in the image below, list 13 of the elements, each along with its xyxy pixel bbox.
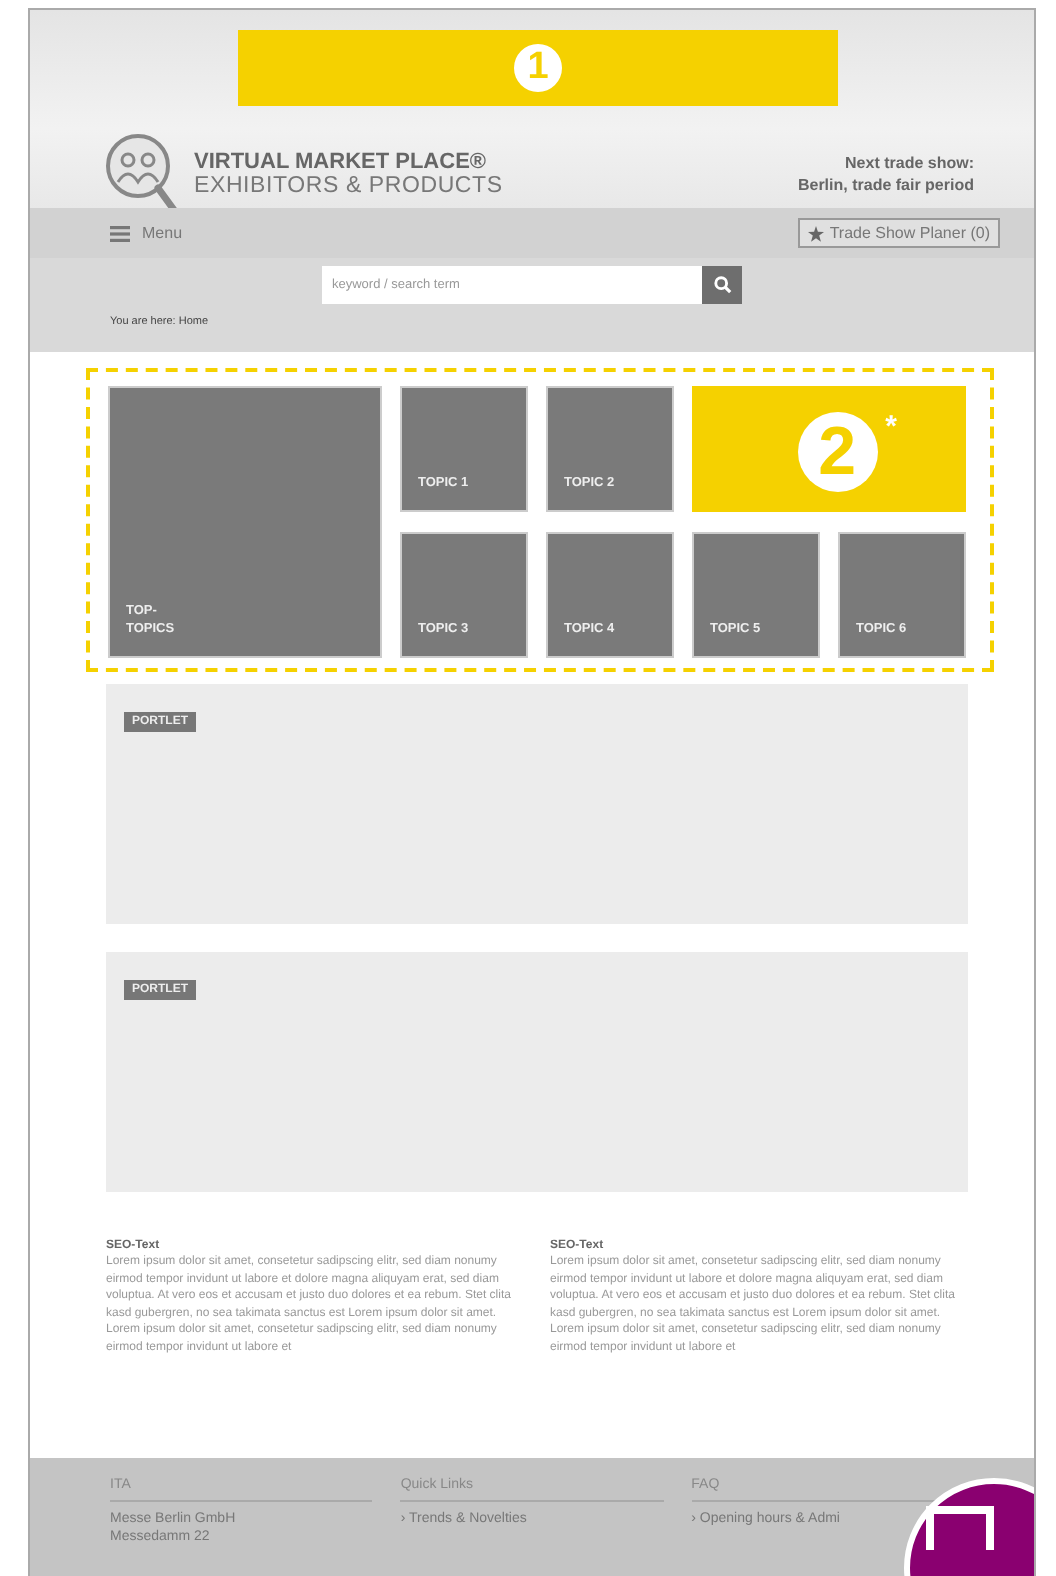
search-icon bbox=[713, 276, 731, 294]
next-show-label: Next trade show: bbox=[845, 152, 974, 174]
search-button[interactable] bbox=[702, 266, 742, 304]
number-badge: 1 bbox=[514, 44, 562, 92]
site-title: VIRTUAL MARKET PLACE® bbox=[194, 150, 489, 174]
site-subtitle: EXHIBITORS & PRODUCTS bbox=[194, 174, 503, 198]
menu-button[interactable]: Menu bbox=[110, 224, 183, 242]
asterisk: * bbox=[885, 412, 897, 442]
planner-button[interactable]: Trade Show Planer (0) bbox=[797, 218, 1000, 248]
star-icon bbox=[807, 225, 824, 241]
menu-icon bbox=[110, 225, 130, 241]
next-show-value: Berlin, trade fair period bbox=[797, 174, 974, 196]
number-badge: 2 bbox=[797, 412, 878, 492]
